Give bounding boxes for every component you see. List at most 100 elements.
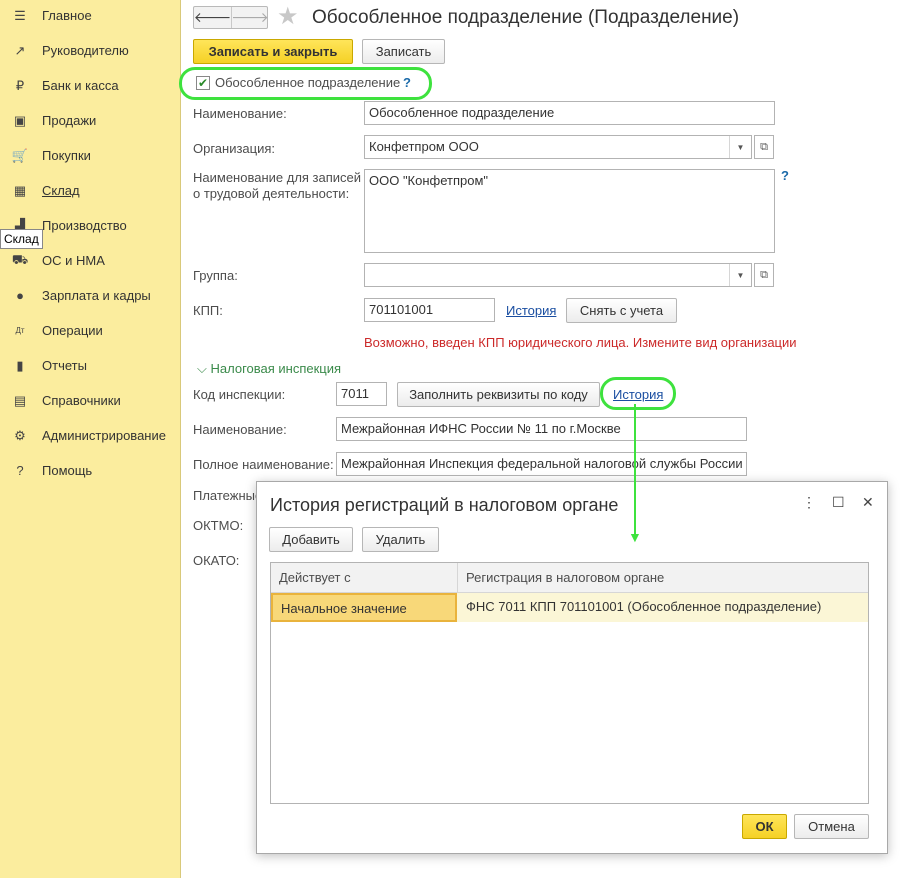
tax-history-link[interactable]: История — [613, 387, 663, 402]
column-header-valid-from[interactable]: Действует с — [271, 563, 458, 593]
chevron-down-icon[interactable]: ▼ — [729, 264, 751, 286]
tax-code-field[interactable]: 7011 — [336, 382, 387, 406]
name-label: Наименование: — [193, 106, 287, 121]
sidebar-item-operations[interactable]: Дт Операции — [0, 313, 181, 348]
bag-icon: ▣ — [13, 112, 27, 128]
sidebar-item-label: Руководителю — [42, 43, 129, 58]
help-mark-labor[interactable]: ? — [781, 168, 789, 183]
cancel-button[interactable]: Отмена — [794, 814, 869, 839]
okato-label: ОКАТО: — [193, 553, 240, 568]
arrow-down-icon: ▼ — [628, 529, 642, 545]
sidebar-item-help[interactable]: ? Помощь — [0, 453, 181, 488]
help-icon: ? — [16, 463, 24, 478]
delete-button[interactable]: Удалить — [362, 527, 439, 552]
person-icon: ● — [16, 288, 24, 303]
open-icon[interactable]: ⧉ — [754, 135, 774, 159]
sidebar-item-manager[interactable]: ↗ Руководителю — [0, 33, 181, 68]
help-mark[interactable]: ? — [403, 75, 411, 90]
kpp-label: КПП: — [193, 303, 223, 318]
sidebar-item-label: Отчеты — [42, 358, 87, 373]
sidebar-item-label: Склад — [42, 183, 80, 198]
tax-name-label: Наименование: — [193, 422, 287, 437]
sidebar-item-reports[interactable]: ▮ Отчеты — [0, 348, 181, 383]
reports-icon: ▮ — [16, 357, 24, 373]
name-field[interactable]: Обособленное подразделение — [364, 101, 775, 125]
debit-credit-icon: Дт — [15, 326, 25, 335]
sidebar-item-label: ОС и НМА — [42, 253, 105, 268]
tax-name-field[interactable]: Межрайонная ИФНС России № 11 по г.Москве — [336, 417, 747, 441]
star-icon[interactable]: ★ — [277, 3, 299, 31]
ok-button[interactable]: ОК — [742, 814, 787, 839]
menu-icon: ☰ — [14, 7, 26, 23]
sidebar-item-label: Покупки — [42, 148, 91, 163]
fill-by-code-button[interactable]: Заполнить реквизиты по коду — [397, 382, 600, 407]
page-title: Обособленное подразделение (Подразделени… — [312, 7, 740, 28]
sidebar-item-label: Производство — [42, 218, 127, 233]
kpp-field[interactable]: 701101001 — [364, 298, 495, 322]
maximize-icon[interactable]: ☐ — [832, 494, 845, 511]
sidebar-item-label: Главное — [42, 8, 92, 23]
ruble-icon: ₽ — [15, 77, 25, 93]
back-button[interactable]: 🡐 — [193, 7, 232, 28]
save-close-button[interactable]: Записать и закрыть — [193, 39, 353, 64]
warehouse-icon: ▦ — [13, 182, 27, 198]
truck-icon: ⛟ — [11, 251, 29, 267]
sidebar-item-label: Зарплата и кадры — [42, 288, 151, 303]
tax-full-name-field[interactable]: Межрайонная Инспекция федеральной налого… — [336, 452, 747, 476]
tax-section-toggle[interactable]: ⌵ Налоговая инспекция — [197, 361, 341, 377]
column-header-registration[interactable]: Регистрация в налоговом органе — [458, 563, 868, 593]
payment-label: Платежные — [193, 488, 263, 503]
deregister-button[interactable]: Снять с учета — [566, 298, 677, 323]
sidebar-item-sales[interactable]: ▣ Продажи — [0, 103, 181, 138]
labor-name-field[interactable]: ООО "Конфетпром" — [364, 169, 775, 253]
sidebar-item-label: Администрирование — [42, 428, 166, 443]
chevron-down-icon[interactable]: ▼ — [729, 136, 751, 158]
sidebar-item-label: Продажи — [42, 113, 97, 128]
arrow-left-icon: 🡐 — [193, 9, 232, 25]
labor-label-line2: о трудовой деятельности: — [193, 186, 350, 201]
sidebar-item-purchases[interactable]: 🛒 Покупки — [0, 138, 181, 173]
separate-checkbox[interactable]: ✔ — [196, 76, 210, 90]
table-row[interactable]: Начальное значение ФНС 7011 КПП 70110100… — [271, 593, 868, 622]
close-icon[interactable]: ✕ — [862, 494, 874, 511]
forward-button[interactable]: 🡒 — [231, 7, 269, 28]
sidebar-item-label: Операции — [42, 323, 103, 338]
gear-icon: ⚙ — [14, 427, 26, 443]
sidebar-item-warehouse[interactable]: ▦ Склад — [0, 173, 181, 208]
sidebar-item-main[interactable]: ☰ Главное — [0, 0, 181, 33]
sidebar-item-salary[interactable]: ● Зарплата и кадры — [0, 278, 181, 313]
sidebar-item-label: Помощь — [42, 463, 93, 478]
add-button[interactable]: Добавить — [269, 527, 353, 552]
annotation-arrow-line — [634, 404, 636, 534]
tax-section-label: Налоговая инспекция — [210, 361, 342, 376]
sidebar-item-bank[interactable]: ₽ Банк и касса — [0, 68, 181, 103]
kpp-history-link[interactable]: История — [506, 303, 556, 318]
chevron-down-icon: ⌵ — [197, 361, 207, 376]
org-value: Конфетпром ООО — [369, 139, 479, 154]
sidebar: ☰ Главное ↗ Руководителю ₽ Банк и касса … — [0, 0, 181, 878]
trend-icon: ↗ — [14, 42, 26, 58]
kpp-error-text: Возможно, введен КПП юридического лица. … — [364, 335, 797, 350]
history-dialog: История регистраций в налоговом органе ⋮… — [256, 481, 888, 854]
save-button[interactable]: Записать — [362, 39, 445, 64]
cell-registration[interactable]: ФНС 7011 КПП 701101001 (Обособленное под… — [458, 593, 868, 622]
sidebar-item-admin[interactable]: ⚙ Администрирование — [0, 418, 181, 453]
labor-label-line1: Наименование для записей — [193, 170, 362, 185]
group-field[interactable]: ▼ — [364, 263, 752, 287]
nav-buttons: 🡐 🡒 — [193, 6, 269, 29]
org-label: Организация: — [193, 141, 276, 156]
sidebar-item-label: Банк и касса — [42, 78, 119, 93]
history-table: Действует с Регистрация в налоговом орга… — [270, 562, 869, 804]
more-icon[interactable]: ⋮ — [802, 494, 816, 511]
open-icon[interactable]: ⧉ — [754, 263, 774, 287]
separate-checkbox-label: Обособленное подразделение — [215, 75, 401, 90]
oktmo-label: ОКТМО: — [193, 518, 244, 533]
cell-valid-from[interactable]: Начальное значение — [271, 593, 457, 622]
dialog-title: История регистраций в налоговом органе — [270, 495, 619, 515]
tax-full-name-label: Полное наименование: — [193, 457, 334, 472]
books-icon: ▤ — [13, 392, 27, 408]
tooltip: Склад — [0, 229, 43, 249]
sidebar-item-references[interactable]: ▤ Справочники — [0, 383, 181, 418]
org-field[interactable]: Конфетпром ООО ▼ — [364, 135, 752, 159]
sidebar-item-label: Справочники — [42, 393, 121, 408]
